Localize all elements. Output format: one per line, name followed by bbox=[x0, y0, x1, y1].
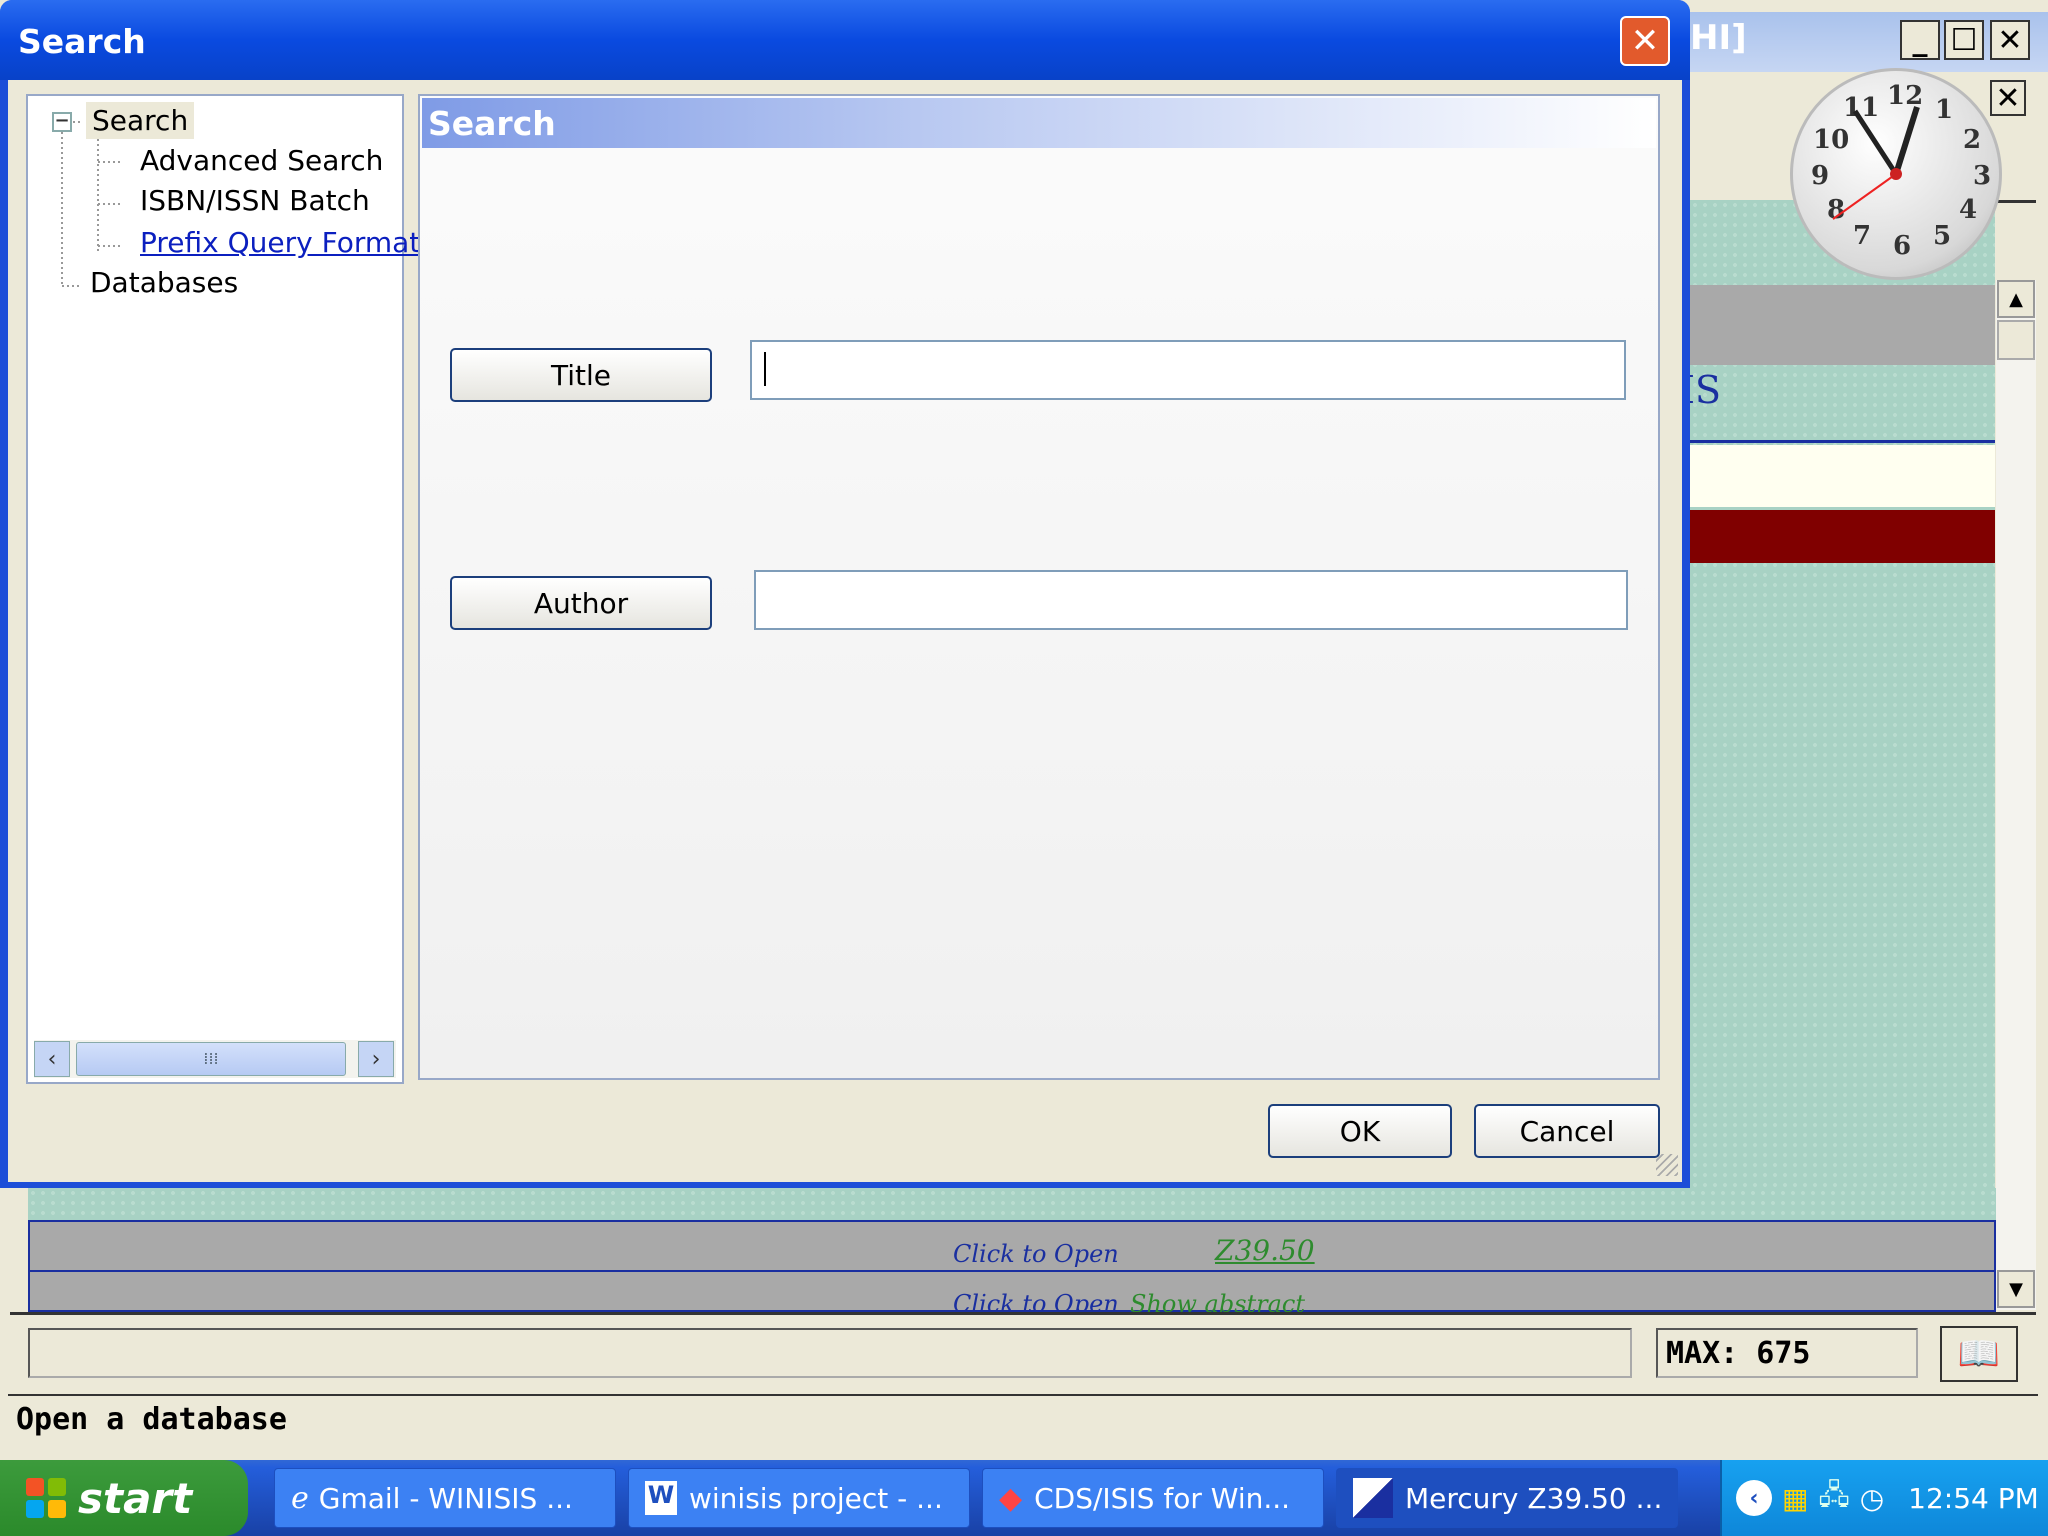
scroll-down-icon[interactable]: ▼ bbox=[1997, 1270, 2035, 1308]
close-icon[interactable]: ✕ bbox=[1990, 20, 2030, 60]
scroll-up-icon[interactable]: ▲ bbox=[1997, 280, 2035, 318]
bg-rule bbox=[1690, 440, 1995, 443]
vertical-scrollbar[interactable]: ▲ ▼ bbox=[1996, 280, 2036, 1310]
status-bar-text: Open a database bbox=[16, 1402, 287, 1437]
status-field bbox=[28, 1328, 1632, 1378]
start-label: start bbox=[78, 1473, 193, 1523]
taskbar-item-label: Gmail - WINISIS ... bbox=[318, 1481, 573, 1515]
tree-item-search[interactable]: Search bbox=[86, 102, 195, 139]
taskbar-item-winisis-project[interactable]: W winisis project - ... bbox=[628, 1468, 970, 1528]
mercury-icon bbox=[1353, 1478, 1393, 1518]
dialog-titlebar[interactable] bbox=[0, 0, 1690, 80]
scroll-thumb[interactable] bbox=[1997, 320, 2035, 360]
bg-content-strip bbox=[28, 1188, 1996, 1220]
taskbar-clock[interactable]: 12:54 PM bbox=[1908, 1482, 2039, 1515]
network-icon[interactable]: 🖧 bbox=[1818, 1474, 1849, 1522]
scroll-left-icon[interactable]: ‹ bbox=[34, 1041, 70, 1077]
table-row: Click to Open Show abstract bbox=[28, 1290, 1996, 1312]
author-button[interactable]: Author bbox=[450, 576, 712, 630]
tree-item-isbn-issn-batch[interactable]: ISBN/ISSN Batch bbox=[140, 184, 370, 217]
scroll-thumb[interactable]: ⁞⁞⁞ bbox=[76, 1042, 346, 1076]
resize-grip-icon[interactable] bbox=[1656, 1154, 1678, 1176]
max-counter: MAX: 675 bbox=[1656, 1328, 1918, 1378]
tree-horizontal-scrollbar[interactable]: ‹ ⁞⁞⁞ › bbox=[34, 1040, 396, 1078]
taskbar-item-label: winisis project - ... bbox=[689, 1481, 943, 1515]
word-icon: W bbox=[645, 1481, 677, 1515]
z3950-link[interactable]: Z39.50 bbox=[1215, 1234, 1315, 1267]
text-cursor bbox=[764, 352, 766, 386]
maximize-icon[interactable]: ☐ bbox=[1944, 20, 1984, 60]
collapse-icon[interactable]: − bbox=[52, 112, 72, 132]
title-field[interactable] bbox=[750, 340, 1626, 400]
taskbar-item-mercury[interactable]: Mercury Z39.50 ... bbox=[1336, 1468, 1678, 1528]
bg-title-fragment: HI] bbox=[1690, 18, 1747, 58]
cancel-button[interactable]: Cancel bbox=[1474, 1104, 1660, 1158]
tree-item-databases[interactable]: Databases bbox=[90, 266, 238, 299]
cds-isis-icon: ◆ bbox=[999, 1480, 1023, 1516]
status-divider bbox=[8, 1394, 2038, 1396]
show-abstract-link[interactable]: Show abstract bbox=[1130, 1290, 1305, 1312]
clock-hands bbox=[1832, 106, 1920, 220]
windows-flag-icon[interactable]: ▦ bbox=[1782, 1482, 1808, 1515]
navigation-tree: − Search Advanced Search ISBN/ISSN Batch… bbox=[26, 94, 420, 1084]
system-tray: ‹ ▦ 🖧 ◷ 12:54 PM bbox=[1720, 1460, 2048, 1536]
bg-cream-band bbox=[1690, 445, 1995, 507]
tree-item-prefix-query-format[interactable]: Prefix Query Format bbox=[140, 226, 420, 259]
analog-clock-icon: 12 1 2 3 4 5 6 7 8 9 10 11 bbox=[1790, 68, 2002, 280]
bg-darkred-band bbox=[1690, 510, 1995, 563]
taskbar-item-cds-isis[interactable]: ◆ CDS/ISIS for Win... bbox=[982, 1468, 1324, 1528]
chevron-left-icon[interactable]: ‹ bbox=[1736, 1480, 1772, 1516]
bg-gray-band bbox=[1690, 285, 1995, 365]
scroll-right-icon[interactable]: › bbox=[358, 1041, 394, 1077]
start-button[interactable]: start bbox=[0, 1460, 248, 1536]
clock-tray-icon[interactable]: ◷ bbox=[1860, 1482, 1884, 1515]
dialog-title: Search bbox=[18, 22, 146, 61]
windows-logo-icon bbox=[26, 1478, 66, 1518]
author-field[interactable] bbox=[754, 570, 1628, 630]
open-book-icon[interactable]: 📖 bbox=[1940, 1326, 2018, 1382]
click-to-open-link[interactable]: Click to Open bbox=[953, 1290, 1119, 1312]
close-icon[interactable]: ✕ bbox=[1620, 16, 1670, 66]
taskbar-item-gmail[interactable]: ℯ Gmail - WINISIS ... bbox=[274, 1468, 616, 1528]
taskbar-item-label: Mercury Z39.50 ... bbox=[1405, 1481, 1663, 1515]
taskbar-item-label: CDS/ISIS for Win... bbox=[1034, 1481, 1291, 1515]
title-button[interactable]: Title bbox=[450, 348, 712, 402]
ok-button[interactable]: OK bbox=[1268, 1104, 1452, 1158]
bg-divider bbox=[10, 1312, 2036, 1315]
panel-title: Search bbox=[428, 104, 556, 143]
minimize-icon[interactable]: _ bbox=[1900, 20, 1940, 60]
tree-item-advanced-search[interactable]: Advanced Search bbox=[140, 144, 383, 177]
click-to-open-link[interactable]: Click to Open bbox=[953, 1240, 1119, 1268]
ie-icon: ℯ bbox=[291, 1480, 309, 1516]
panel-header bbox=[422, 98, 1656, 148]
